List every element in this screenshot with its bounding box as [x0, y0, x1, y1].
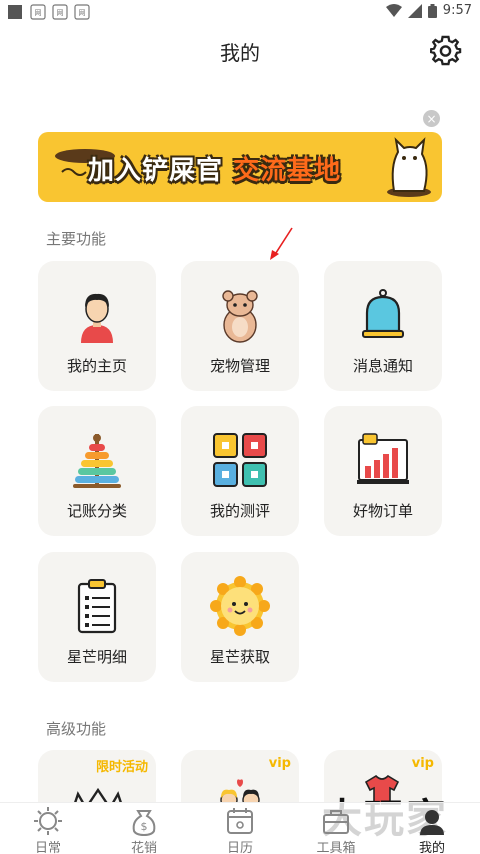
- feature-card-pet-management[interactable]: 宠物管理: [181, 261, 299, 391]
- feature-label: 记账分类: [66, 502, 127, 520]
- crown-icon: [74, 787, 122, 802]
- feature-card-accounting[interactable]: 记账分类: [38, 406, 156, 536]
- settings-button[interactable]: [429, 35, 462, 67]
- gear-icon: [429, 35, 462, 66]
- feature-label: 我的主页: [66, 357, 127, 375]
- advanced-card-vip-1[interactable]: vip: [181, 750, 299, 802]
- ring-stack-icon: [73, 434, 121, 488]
- couple-icon: [220, 779, 260, 802]
- banner-text: 加入铲屎官 交流基地: [88, 150, 341, 187]
- feature-card-my-homepage[interactable]: 我的主页: [38, 261, 156, 391]
- sun-outline-icon: [34, 807, 62, 835]
- page-header: 我的: [0, 24, 480, 78]
- nav-item-expenses[interactable]: $ 花销: [96, 803, 192, 854]
- chart-icon: [357, 433, 409, 484]
- clock-text: 9:57: [442, 3, 472, 18]
- section-title-main: 主要功能: [46, 230, 107, 248]
- red-arrow-annotation-icon: [270, 227, 293, 260]
- community-banner[interactable]: 加入铲屎官 交流基地: [38, 132, 442, 202]
- nav-label: 工具箱: [316, 841, 356, 854]
- svg-text:$: $: [141, 820, 148, 833]
- cat-mascot-icon: [387, 137, 431, 197]
- banner-text-highlight: 交流基地: [233, 156, 342, 186]
- user-icon: [81, 293, 113, 343]
- feature-card-star-earn[interactable]: 星芒获取: [181, 552, 299, 682]
- feature-card-goods-orders[interactable]: 好物订单: [324, 406, 442, 536]
- bell-icon: [362, 289, 404, 338]
- vip-tag: vip: [268, 756, 291, 771]
- app-notification-icon: 网: [30, 4, 46, 20]
- vip-tag: vip: [411, 756, 434, 771]
- feature-card-star-details[interactable]: 星芒明细: [38, 552, 156, 682]
- feature-card-my-reviews[interactable]: 我的测评: [181, 406, 299, 536]
- grid-icon: [213, 433, 267, 487]
- feature-label: 星芒明细: [66, 648, 127, 666]
- notification-square-icon: [8, 5, 22, 19]
- nav-item-daily[interactable]: 日常: [0, 803, 96, 854]
- calendar-icon: [227, 808, 253, 834]
- clipboard-icon: [77, 579, 117, 634]
- nav-item-toolbox[interactable]: 工具箱: [288, 803, 384, 854]
- advanced-card-limited-activity[interactable]: 限时活动: [38, 750, 156, 802]
- hamster-icon: [222, 290, 258, 343]
- app-notification-icon: 网: [52, 4, 68, 20]
- section-title-advanced: 高级功能: [46, 720, 107, 738]
- feature-label: 宠物管理: [209, 357, 270, 375]
- nav-label: 日常: [34, 841, 61, 854]
- status-bar: 网 网 网 9:57: [0, 0, 480, 24]
- svg-text:网: 网: [35, 9, 42, 17]
- money-bag-icon: $: [132, 810, 156, 837]
- main-content: × 加入铲屎官 交流基地 主要功能 我的主页 宠物管理 消息通知 记账分类 我的…: [0, 78, 480, 802]
- app-notification-icon: 网: [74, 4, 90, 20]
- svg-text:网: 网: [79, 9, 86, 17]
- feature-card-notifications[interactable]: 消息通知: [324, 261, 442, 391]
- svg-text:网: 网: [57, 9, 64, 17]
- signal-icon: [407, 3, 422, 18]
- feature-label: 好物订单: [352, 502, 413, 520]
- feature-label: 我的测评: [209, 502, 270, 520]
- bottom-nav: 日常 $ 花销 日历 工具箱 我的: [0, 802, 480, 854]
- nav-item-calendar[interactable]: 日历: [192, 803, 288, 854]
- page-title: 我的: [220, 40, 260, 65]
- nav-label: 日历: [226, 841, 253, 854]
- nav-label: 花销: [130, 841, 157, 854]
- feature-label: 消息通知: [352, 357, 413, 375]
- banner-text-main: 加入铲屎官: [88, 156, 224, 186]
- limited-activity-tag: 限时活动: [95, 760, 148, 775]
- battery-icon: [427, 3, 437, 18]
- wifi-icon: [385, 3, 402, 18]
- feature-label: 星芒获取: [209, 648, 270, 666]
- toolbox-icon: [323, 810, 349, 834]
- nav-item-mine[interactable]: 我的: [384, 803, 480, 854]
- nav-label: 我的: [418, 841, 445, 854]
- sun-icon: [210, 576, 270, 636]
- banner-close-button[interactable]: ×: [423, 110, 440, 127]
- profile-icon: [420, 810, 444, 835]
